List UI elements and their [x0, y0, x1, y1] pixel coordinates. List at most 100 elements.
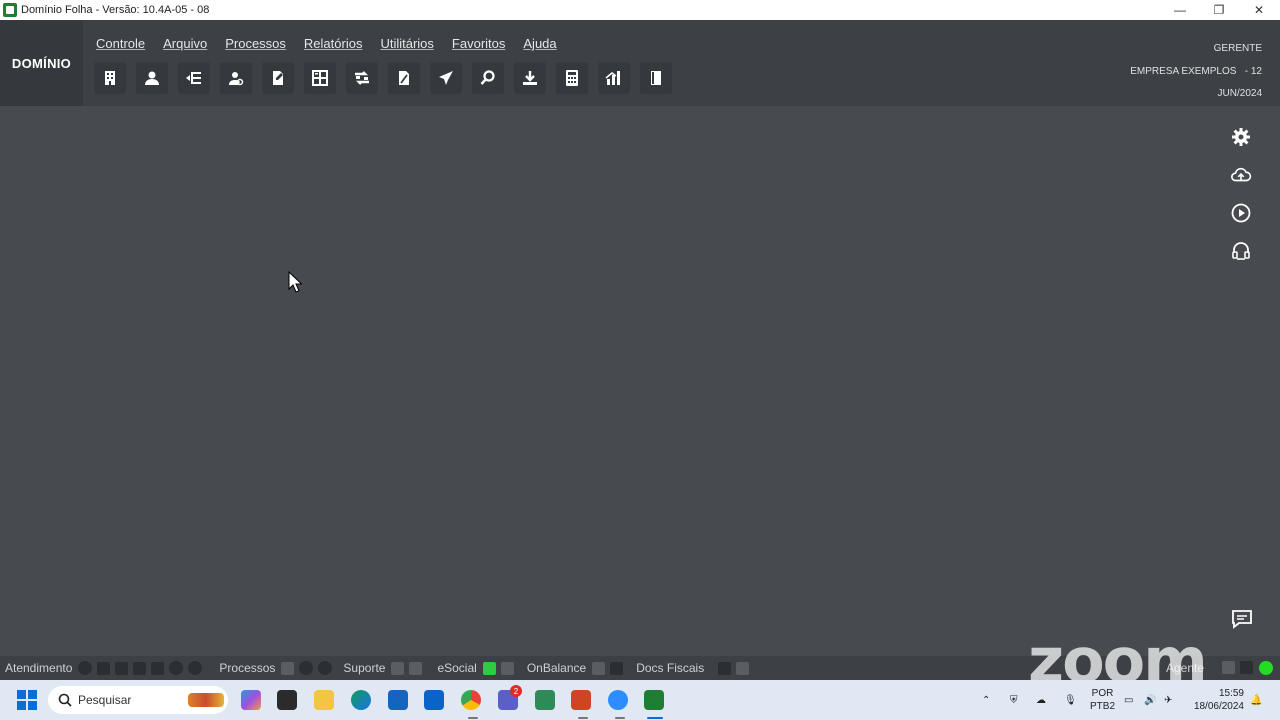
document-cut-icon[interactable]: [388, 62, 420, 94]
company-info[interactable]: EMPRESA EXEMPLOS - 12: [1130, 61, 1262, 84]
window-title-bar: Domínio Folha - Versão: 10.4A-05 - 08 — …: [0, 0, 1280, 20]
atendimento-window-icon[interactable]: [151, 661, 165, 675]
esocial-chart-icon[interactable]: [482, 661, 496, 675]
support-headset-icon[interactable]: [1226, 240, 1256, 262]
person-icon[interactable]: [136, 62, 168, 94]
task-view-icon[interactable]: [277, 690, 297, 710]
window-title: Domínio Folha - Versão: 10.4A-05 - 08: [21, 4, 210, 16]
list-arrow-icon[interactable]: [178, 62, 210, 94]
menu-controle[interactable]: Controle: [96, 36, 145, 51]
transfer-icon[interactable]: [346, 62, 378, 94]
suporte-doc-icon[interactable]: [409, 661, 423, 675]
tray-chevron-icon[interactable]: ⌃: [982, 680, 990, 720]
notepad-app-icon[interactable]: [535, 690, 555, 710]
download-icon[interactable]: [514, 62, 546, 94]
user-role: GERENTE: [1213, 43, 1262, 54]
edge-browser-icon[interactable]: [351, 690, 371, 710]
company-name: EMPRESA EXEMPLOS: [1130, 65, 1237, 77]
document-edit-icon[interactable]: [262, 62, 294, 94]
copilot-app-icon[interactable]: [241, 690, 261, 710]
chrome-browser-icon[interactable]: [461, 690, 481, 710]
menu-utilitarios[interactable]: Utilitários: [380, 36, 433, 51]
taskbar-search-box[interactable]: Pesquisar: [48, 686, 228, 714]
keyboard-layout: PTB2: [1090, 701, 1116, 712]
store-app-icon[interactable]: [388, 690, 408, 710]
tray-security-icon[interactable]: ⛨: [1010, 680, 1018, 720]
status-processos[interactable]: Processos: [219, 661, 275, 675]
onbalance-bell-icon[interactable]: [610, 661, 624, 675]
suporte-add-icon[interactable]: [391, 661, 405, 675]
agente-window-icon[interactable]: [1222, 661, 1235, 674]
magnifier-icon[interactable]: [472, 62, 504, 94]
agente-bar-icon[interactable]: [1240, 661, 1253, 674]
atendimento-circle-icon[interactable]: [169, 661, 184, 675]
chrome-active-indicator: [468, 717, 478, 719]
processos-circle2-icon[interactable]: [318, 661, 333, 675]
mouse-cursor-icon: [288, 270, 303, 293]
close-button[interactable]: ✕: [1239, 0, 1279, 20]
agent-status-indicator: [1259, 661, 1273, 675]
status-onbalance[interactable]: OnBalance: [527, 661, 586, 675]
status-atendimento[interactable]: Atendimento: [5, 661, 72, 675]
tray-onedrive-icon[interactable]: ☁: [1036, 680, 1046, 720]
outlook-app-icon[interactable]: [424, 690, 444, 710]
tray-network-icon[interactable]: ✈: [1164, 680, 1172, 720]
esocial-doc-icon[interactable]: [500, 661, 514, 675]
zoom-app-icon[interactable]: [608, 690, 628, 710]
windows-start-icon[interactable]: [17, 690, 37, 710]
atendimento-circle2-icon[interactable]: [188, 661, 203, 675]
menu-ajuda[interactable]: Ajuda: [523, 36, 556, 51]
chart-icon[interactable]: [598, 62, 630, 94]
book-icon[interactable]: [640, 62, 672, 94]
building-icon[interactable]: [94, 62, 126, 94]
status-docs-fiscais[interactable]: Docs Fiscais: [636, 661, 704, 675]
maximize-button[interactable]: ❐: [1199, 0, 1239, 20]
menu-processos[interactable]: Processos: [225, 36, 286, 51]
tray-display-icon[interactable]: ▭: [1124, 680, 1133, 720]
menu-favoritos[interactable]: Favoritos: [452, 36, 505, 51]
dominio-active-indicator: [647, 717, 663, 719]
processos-check-icon[interactable]: [281, 661, 295, 675]
minimize-button[interactable]: —: [1160, 0, 1200, 20]
calculator-table-icon[interactable]: [304, 62, 336, 94]
search-icon: [58, 693, 72, 707]
status-suporte[interactable]: Suporte: [343, 661, 385, 675]
airplane-icon[interactable]: [430, 62, 462, 94]
user-info: GERENTE EMPRESA EXEMPLOS - 12 JUN/2024: [1130, 38, 1262, 106]
dominio-app-icon[interactable]: [644, 690, 664, 710]
search-placeholder: Pesquisar: [78, 693, 132, 707]
cloud-upload-icon[interactable]: [1226, 164, 1256, 186]
onbalance-mail-icon[interactable]: [592, 661, 606, 675]
gear-icon[interactable]: [1226, 126, 1256, 148]
calculator-icon[interactable]: [556, 62, 588, 94]
taskbar-clock[interactable]: 15:59 18/06/2024: [1194, 687, 1244, 713]
person-search-icon[interactable]: [220, 62, 252, 94]
atendimento-doc-icon[interactable]: [115, 661, 129, 675]
app-logo-icon: [3, 3, 17, 17]
menu-arquivo[interactable]: Arquivo: [163, 36, 207, 51]
tray-language[interactable]: POR PTB2: [1090, 680, 1115, 720]
atendimento-play-icon[interactable]: [78, 661, 93, 675]
docs-fiscais-grid-icon[interactable]: [736, 661, 750, 675]
zoom-active-indicator: [615, 717, 625, 719]
app-header: DOMÍNIO Controle Arquivo Processos Relat…: [0, 20, 1280, 106]
windows-taskbar: Pesquisar 2 ⌃ ⛨ ☁ 🎙 POR PTB2 ▭ 🔊 ✈ 15:59…: [0, 680, 1280, 720]
status-esocial[interactable]: eSocial: [437, 661, 476, 675]
clock-time: 15:59: [1218, 688, 1244, 699]
docs-fiscais-doc-icon[interactable]: [718, 661, 732, 675]
file-explorer-icon[interactable]: [314, 690, 334, 710]
processos-circle-icon[interactable]: [299, 661, 314, 675]
teams-notification-badge: 2: [510, 685, 522, 697]
powerpoint-app-icon[interactable]: [571, 690, 591, 710]
menu-relatorios[interactable]: Relatórios: [304, 36, 363, 51]
main-menu: Controle Arquivo Processos Relatórios Ut…: [96, 36, 557, 51]
tray-microphone-icon[interactable]: 🎙: [1064, 680, 1077, 720]
atendimento-chat-icon[interactable]: [97, 661, 111, 675]
competence-period[interactable]: JUN/2024: [1130, 83, 1262, 106]
play-icon[interactable]: [1226, 202, 1256, 224]
atendimento-user-icon[interactable]: [133, 661, 147, 675]
tray-volume-icon[interactable]: 🔊: [1144, 680, 1156, 720]
chat-icon[interactable]: [1229, 607, 1255, 631]
notification-bell-icon[interactable]: 🔔: [1250, 680, 1262, 720]
workspace: [0, 106, 1280, 656]
